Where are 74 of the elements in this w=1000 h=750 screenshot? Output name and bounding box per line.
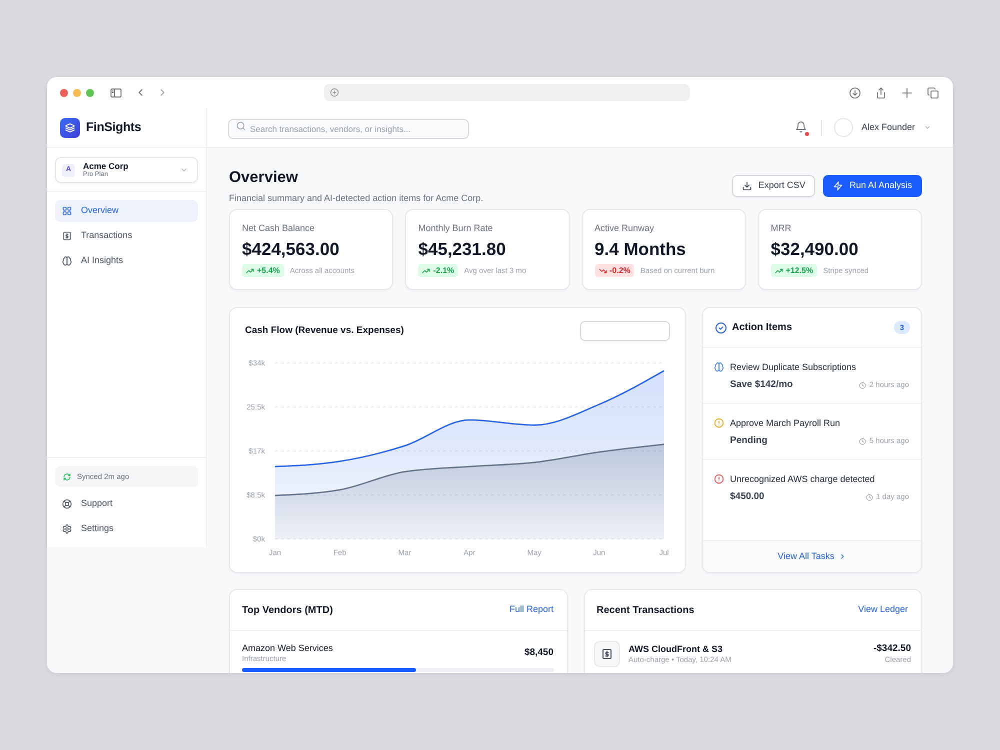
share-icon[interactable] xyxy=(875,86,887,98)
change-value: -0.2% xyxy=(610,264,630,276)
download-icon xyxy=(742,181,752,191)
change-value: -2.1% xyxy=(433,264,454,276)
stat-value: $32,490.00 xyxy=(770,239,860,259)
plus-circle-icon xyxy=(330,88,339,97)
action-title: Review Duplicate Subscriptions xyxy=(730,361,856,373)
dollar-document-icon xyxy=(594,641,620,667)
brain-icon xyxy=(714,362,724,372)
card-title: Action Items xyxy=(732,321,792,335)
brain-icon xyxy=(62,256,72,266)
stat-label: Monthly Burn Rate xyxy=(418,222,494,234)
nav-item[interactable]: AI Insights xyxy=(55,250,198,272)
settings-icon xyxy=(62,524,72,534)
select-field[interactable] xyxy=(580,321,670,341)
chevron-down-icon xyxy=(180,166,188,174)
user-menu-button[interactable]: Alex Founder xyxy=(861,120,931,134)
bell-icon[interactable] xyxy=(795,121,808,133)
refresh-icon xyxy=(63,472,71,480)
page-title: Overview xyxy=(229,168,299,188)
action-title: Approve March Payroll Run xyxy=(730,417,840,429)
change-value: +5.4% xyxy=(257,264,280,276)
card-title: Recent Transactions xyxy=(596,604,694,618)
clock-icon xyxy=(866,494,874,500)
action-detail: $450.00 xyxy=(730,491,764,503)
action-detail: Pending xyxy=(730,435,768,447)
vendor-name: Amazon Web Services xyxy=(242,643,333,654)
logo-icon xyxy=(60,118,80,138)
transaction-amount: -$342.50 xyxy=(873,643,911,655)
check-circle-icon xyxy=(715,322,727,334)
card-title: Top Vendors (MTD) xyxy=(242,604,333,618)
header-link[interactable]: Full Report xyxy=(509,603,554,617)
view-all-tasks-link[interactable]: View All Tasks xyxy=(778,550,846,564)
sidebar-link[interactable]: Support xyxy=(55,493,198,515)
zoom-window-button[interactable] xyxy=(86,88,94,96)
action-title: Unrecognized AWS charge detected xyxy=(730,473,875,485)
close-window-button[interactable] xyxy=(60,88,68,96)
secondary-action-button[interactable]: Export CSV xyxy=(732,175,816,197)
exclamation-circle-icon xyxy=(714,418,724,428)
plus-icon[interactable] xyxy=(901,86,913,98)
user-avatar xyxy=(834,118,854,137)
clock-icon xyxy=(859,382,866,388)
header-link[interactable]: View Ledger xyxy=(858,603,908,617)
stat-label: Active Runway xyxy=(594,222,656,234)
transaction-name: AWS CloudFront & S3 xyxy=(628,643,724,655)
stat-value: 9.4 Months xyxy=(594,239,687,259)
page-subtitle: Financial summary and AI-detected action items for Acme Corp. xyxy=(229,192,484,204)
search-field[interactable]: Search transactions, vendors, or insights... xyxy=(228,118,469,138)
stat-label: Net Cash Balance xyxy=(242,222,316,234)
workspace-name: Acme Corp xyxy=(83,162,130,170)
clock-icon xyxy=(859,438,866,444)
action-detail: Save $142/mo xyxy=(730,379,793,391)
nav-item[interactable]: Transactions xyxy=(55,225,198,247)
tabs-icon[interactable] xyxy=(927,86,939,98)
stat-value: $424,563.00 xyxy=(242,239,340,259)
lightning-icon xyxy=(833,181,844,191)
chart-title: Cash Flow (Revenue vs. Expenses) xyxy=(245,324,404,338)
change-value: +12.5% xyxy=(786,264,814,276)
dollar-document-icon xyxy=(62,231,72,241)
primary-action-button[interactable]: Run AI Analysis xyxy=(823,175,922,197)
chevron-down-icon xyxy=(924,124,931,131)
sidebar-link[interactable]: Settings xyxy=(55,518,198,540)
sidebar-toggle-icon[interactable] xyxy=(110,86,122,98)
exclamation-circle-icon xyxy=(714,474,724,484)
chevron-right-icon xyxy=(839,553,846,560)
brand-name: FinSights xyxy=(86,119,142,136)
stat-value: $45,231.80 xyxy=(418,239,507,259)
lifebuoy-icon xyxy=(62,499,72,509)
vendor-amount: $8,450 xyxy=(524,646,554,660)
grid-icon xyxy=(62,206,72,216)
search-icon xyxy=(236,120,246,130)
nav-item[interactable]: Overview xyxy=(55,200,198,222)
stat-label: MRR xyxy=(770,222,792,234)
download-icon[interactable] xyxy=(849,86,861,98)
